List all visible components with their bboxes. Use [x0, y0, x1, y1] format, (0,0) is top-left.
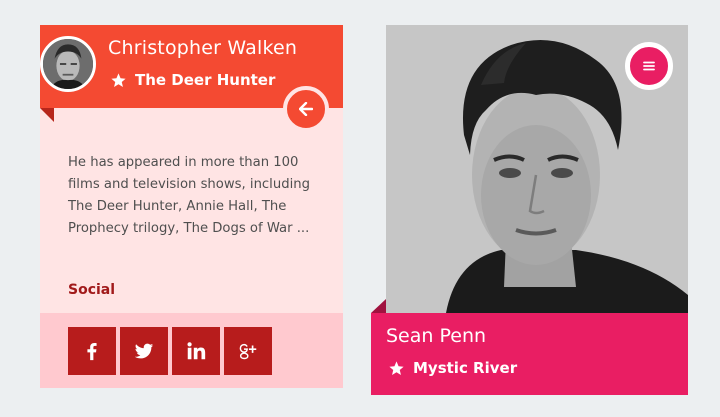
movie-title-text: The Deer Hunter [135, 71, 276, 89]
twitter-icon [134, 343, 154, 359]
movie-title: The Deer Hunter [110, 71, 275, 89]
profile-card-christopher-walken: Christopher Walken The Deer Hunter He ha… [40, 25, 343, 388]
profile-card-sean-penn: Sean Penn Mystic River [371, 25, 688, 395]
person-name: Sean Penn [386, 325, 487, 347]
google-plus-button[interactable] [224, 327, 272, 375]
menu-button[interactable] [625, 42, 673, 90]
arrow-left-icon [299, 102, 313, 116]
movie-title-text: Mystic River [413, 359, 518, 377]
google-plus-icon [239, 343, 257, 360]
linkedin-icon [187, 342, 206, 360]
header-fold [40, 108, 54, 122]
bio-text: He has appeared in more than 100 films a… [68, 155, 310, 236]
avatar [40, 36, 96, 92]
social-bar [40, 313, 343, 388]
menu-icon [643, 61, 655, 71]
card-footer: Sean Penn Mystic River [371, 313, 688, 395]
star-icon [111, 72, 126, 87]
linkedin-button[interactable] [172, 327, 220, 375]
star-icon [389, 360, 404, 375]
twitter-button[interactable] [120, 327, 168, 375]
footer-fold [371, 299, 386, 313]
social-heading: Social [68, 282, 116, 298]
facebook-button[interactable] [68, 327, 116, 375]
back-button[interactable] [283, 86, 329, 132]
facebook-icon [87, 343, 97, 361]
person-name: Christopher Walken [108, 37, 298, 59]
movie-title: Mystic River [388, 359, 517, 377]
